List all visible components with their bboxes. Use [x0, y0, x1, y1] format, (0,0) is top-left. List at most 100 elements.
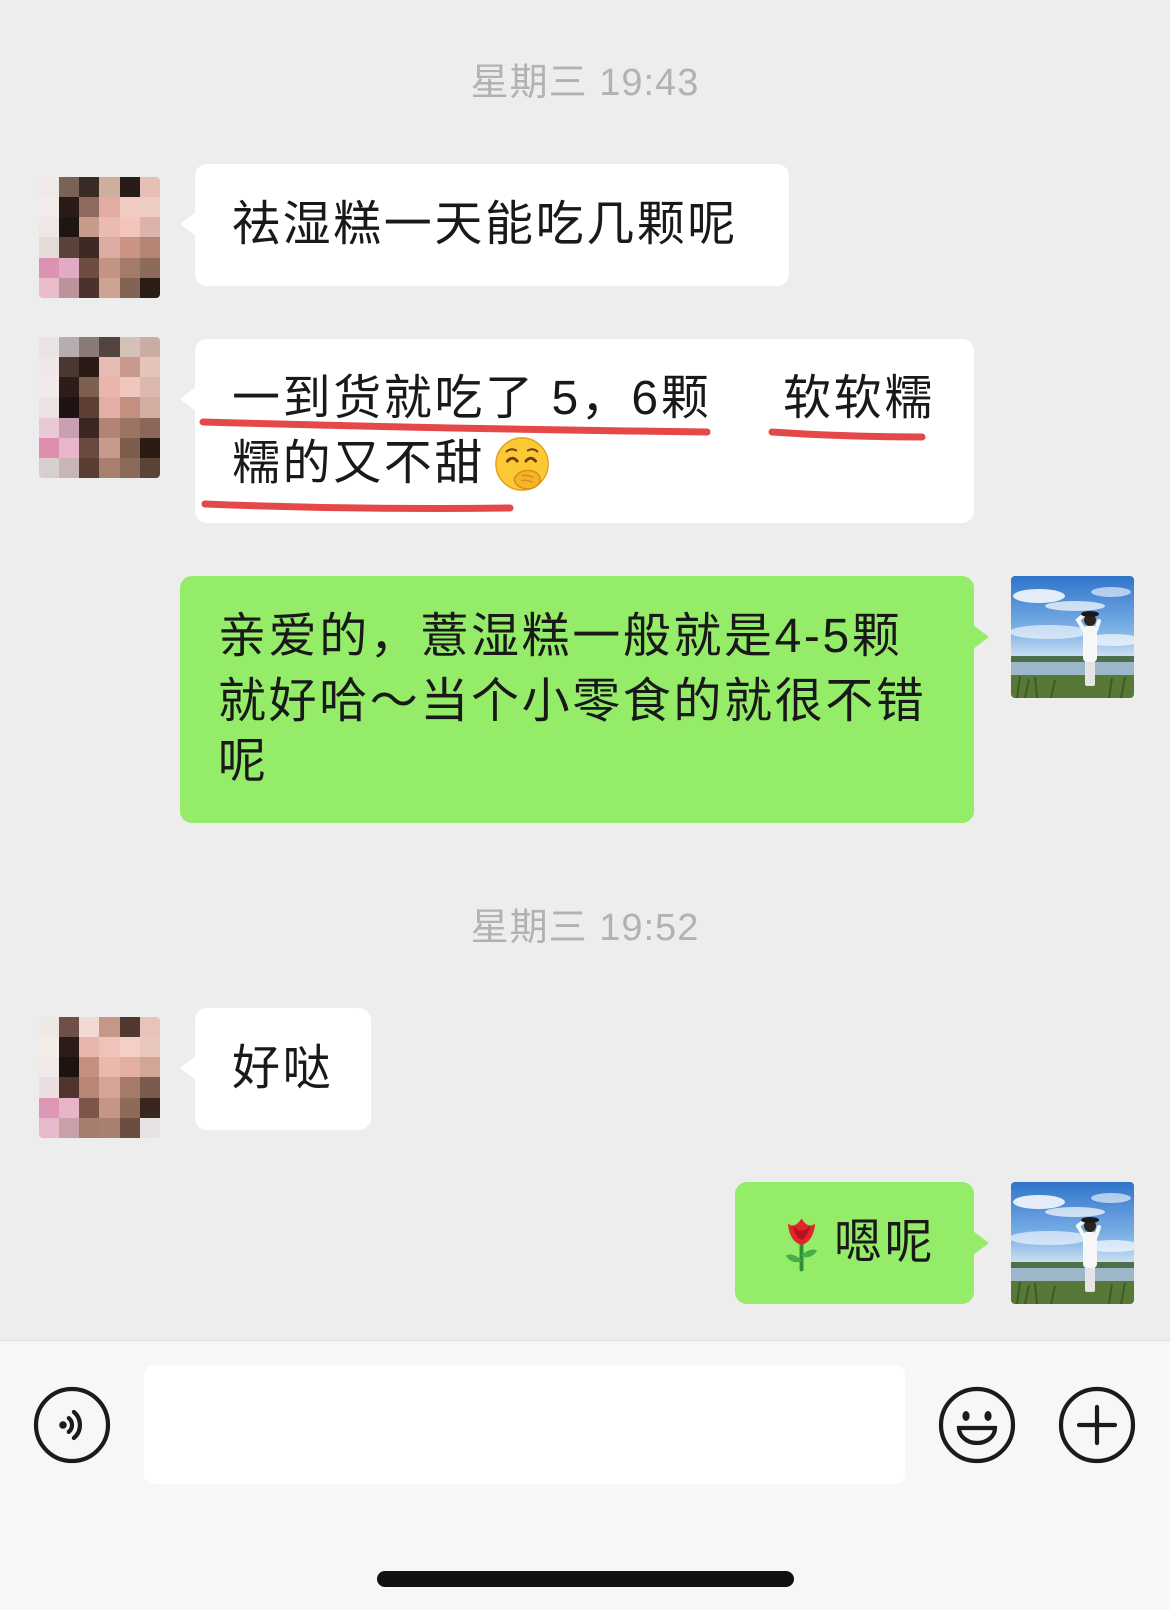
message-text: 呢	[218, 735, 269, 788]
timestamp-1: 星期三 19:43	[470, 62, 700, 104]
more-button[interactable]	[1058, 1386, 1136, 1464]
avatar-mosaic-tile	[99, 1017, 120, 1038]
avatar-mosaic-tile	[139, 437, 160, 458]
avatar-mosaic-tile	[79, 237, 100, 258]
avatar-mosaic-tile	[59, 337, 80, 358]
avatar-mosaic-tile	[39, 257, 60, 278]
avatar-mosaic-tile	[99, 1117, 120, 1138]
avatar-mosaic-tile	[39, 437, 60, 458]
avatar-mosaic-tile	[99, 1097, 120, 1118]
message-text: 软软糯	[783, 372, 935, 425]
avatar-mosaic-tile	[79, 377, 100, 398]
message-text: 嗯呢	[834, 1216, 936, 1269]
outgoing-message-bubble[interactable]: 嗯呢	[735, 1182, 989, 1304]
avatar-mosaic-tile	[79, 217, 100, 238]
avatar-mosaic-tile	[59, 257, 80, 278]
message-text: 就好哈～当个小零食的就很不错	[218, 675, 927, 728]
avatar-mosaic-tile	[139, 1037, 160, 1058]
avatar-mosaic-tile	[99, 457, 120, 478]
avatar-mosaic-tile	[39, 337, 60, 358]
incoming-message-bubble[interactable]: 好哒	[180, 1008, 371, 1130]
incoming-message-bubble[interactable]: 一到货就吃了 5，6颗 软软糯 糯的又不甜	[180, 339, 974, 523]
avatar-mosaic-tile	[39, 277, 60, 298]
avatar-mosaic-tile	[99, 257, 120, 278]
avatar-mosaic-tile	[119, 277, 140, 298]
avatar-mosaic-tile	[79, 1077, 100, 1098]
message-text: 一到货就吃了 5，6颗	[232, 372, 712, 425]
chat-screen: 星期三 19:43 祛湿糕一天能吃几颗呢 一到货就吃了 5，6颗 软软糯 糯的又…	[0, 0, 1170, 1610]
message-text: 糯的又不甜	[232, 437, 486, 490]
incoming-message-bubble[interactable]: 祛湿糕一天能吃几颗呢	[180, 164, 789, 286]
contact-avatar[interactable]	[39, 337, 160, 478]
avatar-mosaic-tile	[59, 277, 80, 298]
avatar-mosaic-tile	[39, 1057, 60, 1078]
avatar-mosaic-tile	[139, 177, 160, 198]
avatar-mosaic-tile	[99, 397, 120, 418]
avatar-mosaic-tile	[119, 1057, 140, 1078]
avatar-mosaic-tile	[99, 1037, 120, 1058]
avatar-mosaic-tile	[59, 377, 80, 398]
avatar-mosaic-tile	[39, 217, 60, 238]
avatar-mosaic-tile	[119, 437, 140, 458]
avatar-mosaic-tile	[59, 1117, 80, 1138]
outgoing-message-bubble[interactable]: 亲爱的，薏湿糕一般就是4-5颗 就好哈～当个小零食的就很不错 呢	[180, 576, 989, 823]
timestamp-2: 星期三 19:52	[470, 907, 700, 949]
contact-avatar[interactable]	[39, 177, 160, 298]
avatar-mosaic-tile	[39, 1077, 60, 1098]
avatar-mosaic-tile	[99, 337, 120, 358]
message-text: 祛湿糕一天能吃几颗呢	[232, 198, 739, 251]
avatar-mosaic-tile	[59, 217, 80, 238]
avatar-mosaic-tile	[39, 237, 60, 258]
avatar-mosaic-tile	[119, 397, 140, 418]
plus-circle-icon	[1058, 1386, 1136, 1464]
avatar-mosaic-tile	[79, 257, 100, 278]
avatar-mosaic-tile	[119, 1037, 140, 1058]
landscape-photo	[1011, 1182, 1134, 1304]
avatar-mosaic-tile	[79, 437, 100, 458]
avatar-mosaic-tile	[139, 1097, 160, 1118]
avatar-mosaic-tile	[119, 377, 140, 398]
avatar-mosaic-tile	[119, 177, 140, 198]
avatar-mosaic-tile	[79, 1017, 100, 1038]
my-avatar[interactable]	[1011, 1182, 1134, 1304]
avatar-mosaic-tile	[79, 277, 100, 298]
emoji-button[interactable]	[938, 1386, 1016, 1464]
avatar-mosaic-tile	[139, 397, 160, 418]
avatar-mosaic-tile	[139, 377, 160, 398]
avatar-mosaic-tile	[99, 237, 120, 258]
avatar-mosaic-tile	[59, 437, 80, 458]
my-avatar[interactable]	[1011, 576, 1134, 698]
avatar-mosaic-tile	[139, 217, 160, 238]
avatar-mosaic-tile	[139, 417, 160, 438]
rose-emoji-icon	[785, 1218, 818, 1272]
avatar-mosaic-tile	[119, 357, 140, 378]
message-text: 亲爱的，薏湿糕一般就是4-5颗	[218, 610, 903, 663]
message-input[interactable]	[144, 1365, 905, 1484]
voice-input-button[interactable]	[33, 1386, 111, 1464]
avatar-mosaic-tile	[139, 1017, 160, 1038]
avatar-mosaic-tile	[119, 1117, 140, 1138]
avatar-mosaic-tile	[39, 177, 60, 198]
landscape-photo	[1011, 576, 1134, 698]
avatar-mosaic-tile	[99, 197, 120, 218]
message-text: 好哒	[232, 1042, 334, 1095]
avatar-mosaic-tile	[59, 457, 80, 478]
avatar-mosaic-tile	[139, 197, 160, 218]
avatar-mosaic-tile	[139, 457, 160, 478]
avatar-mosaic-tile	[59, 1097, 80, 1118]
avatar-mosaic-tile	[99, 217, 120, 238]
voice-icon	[33, 1386, 111, 1464]
avatar-mosaic-tile	[59, 357, 80, 378]
red-underline-annotation	[201, 500, 514, 512]
avatar-mosaic-tile	[39, 377, 60, 398]
avatar-mosaic-tile	[59, 417, 80, 438]
contact-avatar[interactable]	[39, 1017, 160, 1138]
avatar-mosaic-tile	[99, 277, 120, 298]
avatar-mosaic-tile	[59, 1037, 80, 1058]
avatar-mosaic-tile	[119, 1097, 140, 1118]
face-with-hand-over-mouth-emoji-icon	[495, 437, 549, 491]
avatar-mosaic-tile	[59, 397, 80, 418]
avatar-mosaic-tile	[99, 417, 120, 438]
avatar-mosaic-tile	[79, 457, 100, 478]
avatar-mosaic-tile	[119, 417, 140, 438]
